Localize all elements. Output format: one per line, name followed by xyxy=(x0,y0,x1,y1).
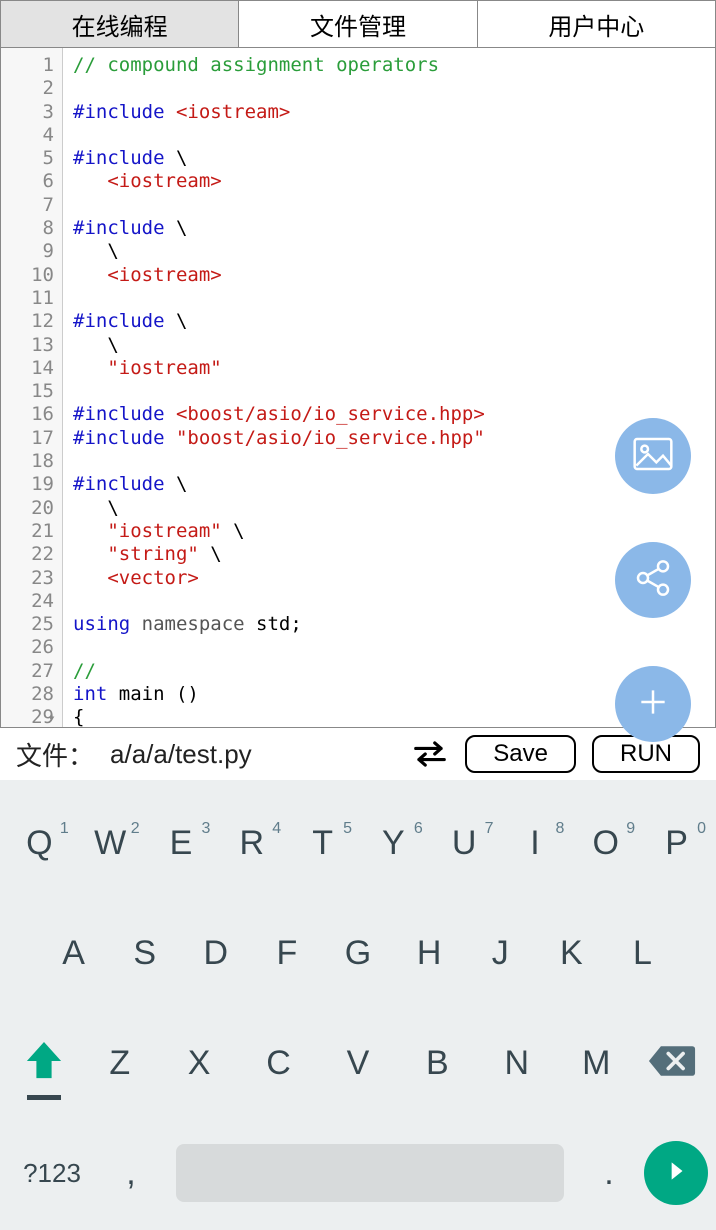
key-t[interactable]: T5 xyxy=(287,824,358,863)
key-o[interactable]: O9 xyxy=(570,824,641,863)
key-v[interactable]: V xyxy=(318,1044,397,1083)
key-j[interactable]: J xyxy=(465,934,536,973)
save-button[interactable]: Save xyxy=(465,735,576,773)
image-button[interactable] xyxy=(615,418,691,494)
share-icon xyxy=(633,558,673,603)
key-b[interactable]: B xyxy=(398,1044,477,1083)
chevron-right-icon xyxy=(663,1158,689,1189)
backspace-key[interactable] xyxy=(636,1043,708,1084)
key-f[interactable]: F xyxy=(251,934,322,973)
tab-file-management[interactable]: 文件管理 xyxy=(239,1,477,47)
key-c[interactable]: C xyxy=(239,1044,318,1083)
image-icon xyxy=(633,434,673,479)
key-a[interactable]: A xyxy=(38,934,109,973)
on-screen-keyboard: Q1W2E3R4T5Y6U7I8O9P0 ASDFGHJKL ZXCVBNM ?… xyxy=(0,780,716,1230)
symbols-key[interactable]: ?123 xyxy=(8,1158,96,1189)
key-y[interactable]: Y6 xyxy=(358,824,429,863)
line-number-gutter: 1234567891011121314151617181920212223242… xyxy=(1,48,63,727)
key-k[interactable]: K xyxy=(536,934,607,973)
file-label: 文件： xyxy=(16,736,94,773)
share-button[interactable] xyxy=(615,542,691,618)
key-d[interactable]: D xyxy=(180,934,251,973)
key-s[interactable]: S xyxy=(109,934,180,973)
shift-key[interactable] xyxy=(8,1039,80,1088)
file-path: a/a/a/test.py xyxy=(110,739,252,770)
tab-online-programming[interactable]: 在线编程 xyxy=(1,1,239,47)
swap-icon xyxy=(411,756,449,773)
key-u[interactable]: U7 xyxy=(429,824,500,863)
file-toolbar: 文件： a/a/a/test.py Save RUN xyxy=(0,728,716,780)
add-button[interactable] xyxy=(615,666,691,742)
key-g[interactable]: G xyxy=(322,934,393,973)
key-h[interactable]: H xyxy=(394,934,465,973)
backspace-icon xyxy=(648,1043,696,1084)
key-m[interactable]: M xyxy=(557,1044,636,1083)
tab-user-center[interactable]: 用户中心 xyxy=(478,1,715,47)
space-key[interactable] xyxy=(176,1144,564,1202)
key-x[interactable]: X xyxy=(159,1044,238,1083)
comma-key[interactable]: , xyxy=(96,1154,166,1193)
key-w[interactable]: W2 xyxy=(75,824,146,863)
top-tabs: 在线编程 文件管理 用户中心 xyxy=(0,0,716,48)
code-editor[interactable]: 1234567891011121314151617181920212223242… xyxy=(0,48,716,728)
key-p[interactable]: P0 xyxy=(641,824,712,863)
key-z[interactable]: Z xyxy=(80,1044,159,1083)
shift-icon xyxy=(25,1039,63,1088)
period-key[interactable]: . xyxy=(574,1154,644,1193)
swap-button[interactable] xyxy=(411,739,449,769)
key-i[interactable]: I8 xyxy=(500,824,571,863)
key-r[interactable]: R4 xyxy=(216,824,287,863)
key-q[interactable]: Q1 xyxy=(4,824,75,863)
key-l[interactable]: L xyxy=(607,934,678,973)
plus-icon xyxy=(633,682,673,727)
enter-key[interactable] xyxy=(644,1141,708,1205)
key-n[interactable]: N xyxy=(477,1044,556,1083)
floating-buttons xyxy=(615,418,691,742)
key-e[interactable]: E3 xyxy=(146,824,217,863)
